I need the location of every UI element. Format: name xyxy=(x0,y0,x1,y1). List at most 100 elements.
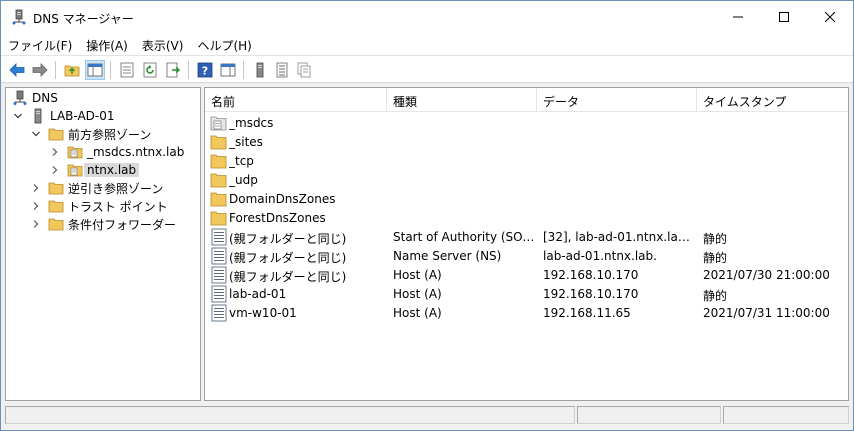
cell-type: Host (A) xyxy=(393,268,442,282)
expander-server[interactable] xyxy=(13,111,23,121)
minimize-button[interactable] xyxy=(715,1,761,33)
chevron-down-icon xyxy=(14,113,22,119)
table-row[interactable]: DomainDnsZones xyxy=(205,190,848,209)
table-row[interactable]: (親フォルダーと同じ) Start of Authority (SOA) [32],… xyxy=(205,228,848,247)
menu-help[interactable]: ヘルプ(H) xyxy=(190,33,258,55)
cell-type: Name Server (NS) xyxy=(393,249,502,263)
cell-data: 192.168.10.170 xyxy=(543,287,639,301)
folder-icon xyxy=(210,192,227,207)
table-row[interactable]: _sites xyxy=(205,133,848,152)
copy-records-button[interactable] xyxy=(294,60,314,80)
table-row[interactable]: (親フォルダーと同じ) Name Server (NS) lab-ad-01.ntn… xyxy=(205,247,848,266)
tree-item-dns[interactable]: DNS xyxy=(12,89,58,107)
toolbar-separator xyxy=(243,61,244,79)
record-icon xyxy=(211,266,227,284)
cell-timestamp: 静的 xyxy=(703,289,728,303)
tree-item-server[interactable]: LAB-AD-01 xyxy=(30,107,115,125)
title-bar[interactable]: DNS マネージャー xyxy=(1,1,853,33)
cell-timestamp: 2021/07/31 11:00:00 xyxy=(703,306,830,320)
cell-type: Host (A) xyxy=(393,287,442,301)
table-row[interactable]: lab-ad-01 Host (A) 192.168.10.170 静的 xyxy=(205,285,848,304)
toolbar-separator xyxy=(55,61,56,79)
folder-icon xyxy=(210,135,227,150)
maximize-icon xyxy=(779,12,789,22)
cell-data: 192.168.11.65 xyxy=(543,306,631,320)
tree-item-reverse-zones[interactable]: 逆引き参照ゾーン xyxy=(48,179,163,197)
column-header-data[interactable]: データ xyxy=(537,88,697,112)
forward-button[interactable] xyxy=(30,60,50,80)
tree-label: LAB-AD-01 xyxy=(50,109,115,123)
record-list-button[interactable] xyxy=(272,60,292,80)
table-row[interactable]: _msdcs xyxy=(205,114,848,133)
column-header-timestamp[interactable]: タイムスタンプ xyxy=(697,88,848,112)
expander-forward-zones[interactable] xyxy=(31,129,41,139)
chevron-right-icon xyxy=(33,184,39,192)
chevron-right-icon xyxy=(33,202,39,210)
cell-name: ForestDnsZones xyxy=(229,211,326,225)
export-list-button[interactable] xyxy=(163,60,183,80)
tree-item-conditional-forwarders[interactable]: 条件付フォワーダー xyxy=(48,215,176,233)
folder-icon xyxy=(210,173,227,188)
tree-label: トラスト ポイント xyxy=(68,199,168,214)
status-segment xyxy=(723,406,849,424)
folder-icon xyxy=(48,218,64,231)
menu-action[interactable]: 操作(A) xyxy=(79,33,135,55)
maximize-button[interactable] xyxy=(761,1,807,33)
svg-text:?: ? xyxy=(202,65,208,78)
arrow-left-icon xyxy=(9,63,25,77)
table-row[interactable]: ForestDnsZones xyxy=(205,209,848,228)
record-list-view: 名前 種類 データ タイムスタンプ _msdcs _sites _tcp _udp Do… xyxy=(204,87,849,401)
table-row[interactable]: _udp xyxy=(205,171,848,190)
list-icon xyxy=(276,62,288,78)
console-tree-icon xyxy=(87,63,103,77)
document-icon xyxy=(120,62,134,78)
chevron-down-icon xyxy=(32,131,40,137)
expander-reverse-zones[interactable] xyxy=(31,183,41,193)
cell-name: (親フォルダーと同じ) xyxy=(229,270,347,284)
table-row[interactable]: vm-w10-01 Host (A) 192.168.11.65 2021/07/31… xyxy=(205,304,848,323)
list-header: 名前 種類 データ タイムスタンプ xyxy=(205,88,848,112)
expander-zone-msdcs[interactable] xyxy=(50,147,60,157)
expander-trust-points[interactable] xyxy=(31,201,41,211)
toolbar: ? xyxy=(1,55,853,83)
up-level-button[interactable] xyxy=(62,60,82,80)
menu-view[interactable]: 表示(V) xyxy=(135,33,191,55)
back-button[interactable] xyxy=(7,60,27,80)
tree-item-zone-msdcs[interactable]: _msdcs.ntnx.lab xyxy=(67,143,184,161)
expander-conditional-forwarders[interactable] xyxy=(31,219,41,229)
action-pane-icon xyxy=(220,63,236,77)
cell-data: lab-ad-01.ntnx.lab. xyxy=(543,249,657,263)
tree-item-forward-zones[interactable]: 前方参照ゾーン xyxy=(48,125,151,143)
expander-zone-ntnx[interactable] xyxy=(50,165,60,175)
column-header-name[interactable]: 名前 xyxy=(205,88,387,112)
chevron-right-icon xyxy=(52,166,58,174)
zone-icon xyxy=(67,146,83,159)
cell-timestamp: 静的 xyxy=(703,232,728,246)
show-hide-action-pane-button[interactable] xyxy=(218,60,238,80)
cell-name: DomainDnsZones xyxy=(229,192,336,206)
folder-icon xyxy=(210,154,227,169)
refresh-button[interactable] xyxy=(140,60,160,80)
cell-name: vm-w10-01 xyxy=(229,306,297,320)
toolbar-separator xyxy=(110,61,111,79)
cell-data: 192.168.10.170 xyxy=(543,268,639,282)
copy-icon xyxy=(297,62,311,78)
help-button[interactable]: ? xyxy=(195,60,215,80)
close-button[interactable] xyxy=(807,1,853,33)
dns-manager-window: DNS マネージャー ファイル(F) 操作(A) 表示(V) ヘルプ(H) ? … xyxy=(0,0,854,431)
tree-item-trust-points[interactable]: トラスト ポイント xyxy=(48,197,168,215)
menu-file[interactable]: ファイル(F) xyxy=(1,33,79,55)
column-header-type[interactable]: 種類 xyxy=(387,88,537,112)
table-row[interactable]: (親フォルダーと同じ) Host (A) 192.168.10.170 2021/07… xyxy=(205,266,848,285)
server-icon xyxy=(34,108,42,124)
tree-label: ntnx.lab xyxy=(84,163,140,177)
close-icon xyxy=(825,12,835,22)
tree-label: 条件付フォワーダー xyxy=(68,217,177,232)
record-icon xyxy=(211,304,227,322)
minimize-icon xyxy=(733,16,743,18)
table-row[interactable]: _tcp xyxy=(205,152,848,171)
tree-item-zone-ntnx[interactable]: ntnx.lab xyxy=(67,161,140,179)
show-hide-console-tree-button[interactable] xyxy=(85,60,105,80)
server-button[interactable] xyxy=(250,60,270,80)
properties-sheet-button[interactable] xyxy=(117,60,137,80)
